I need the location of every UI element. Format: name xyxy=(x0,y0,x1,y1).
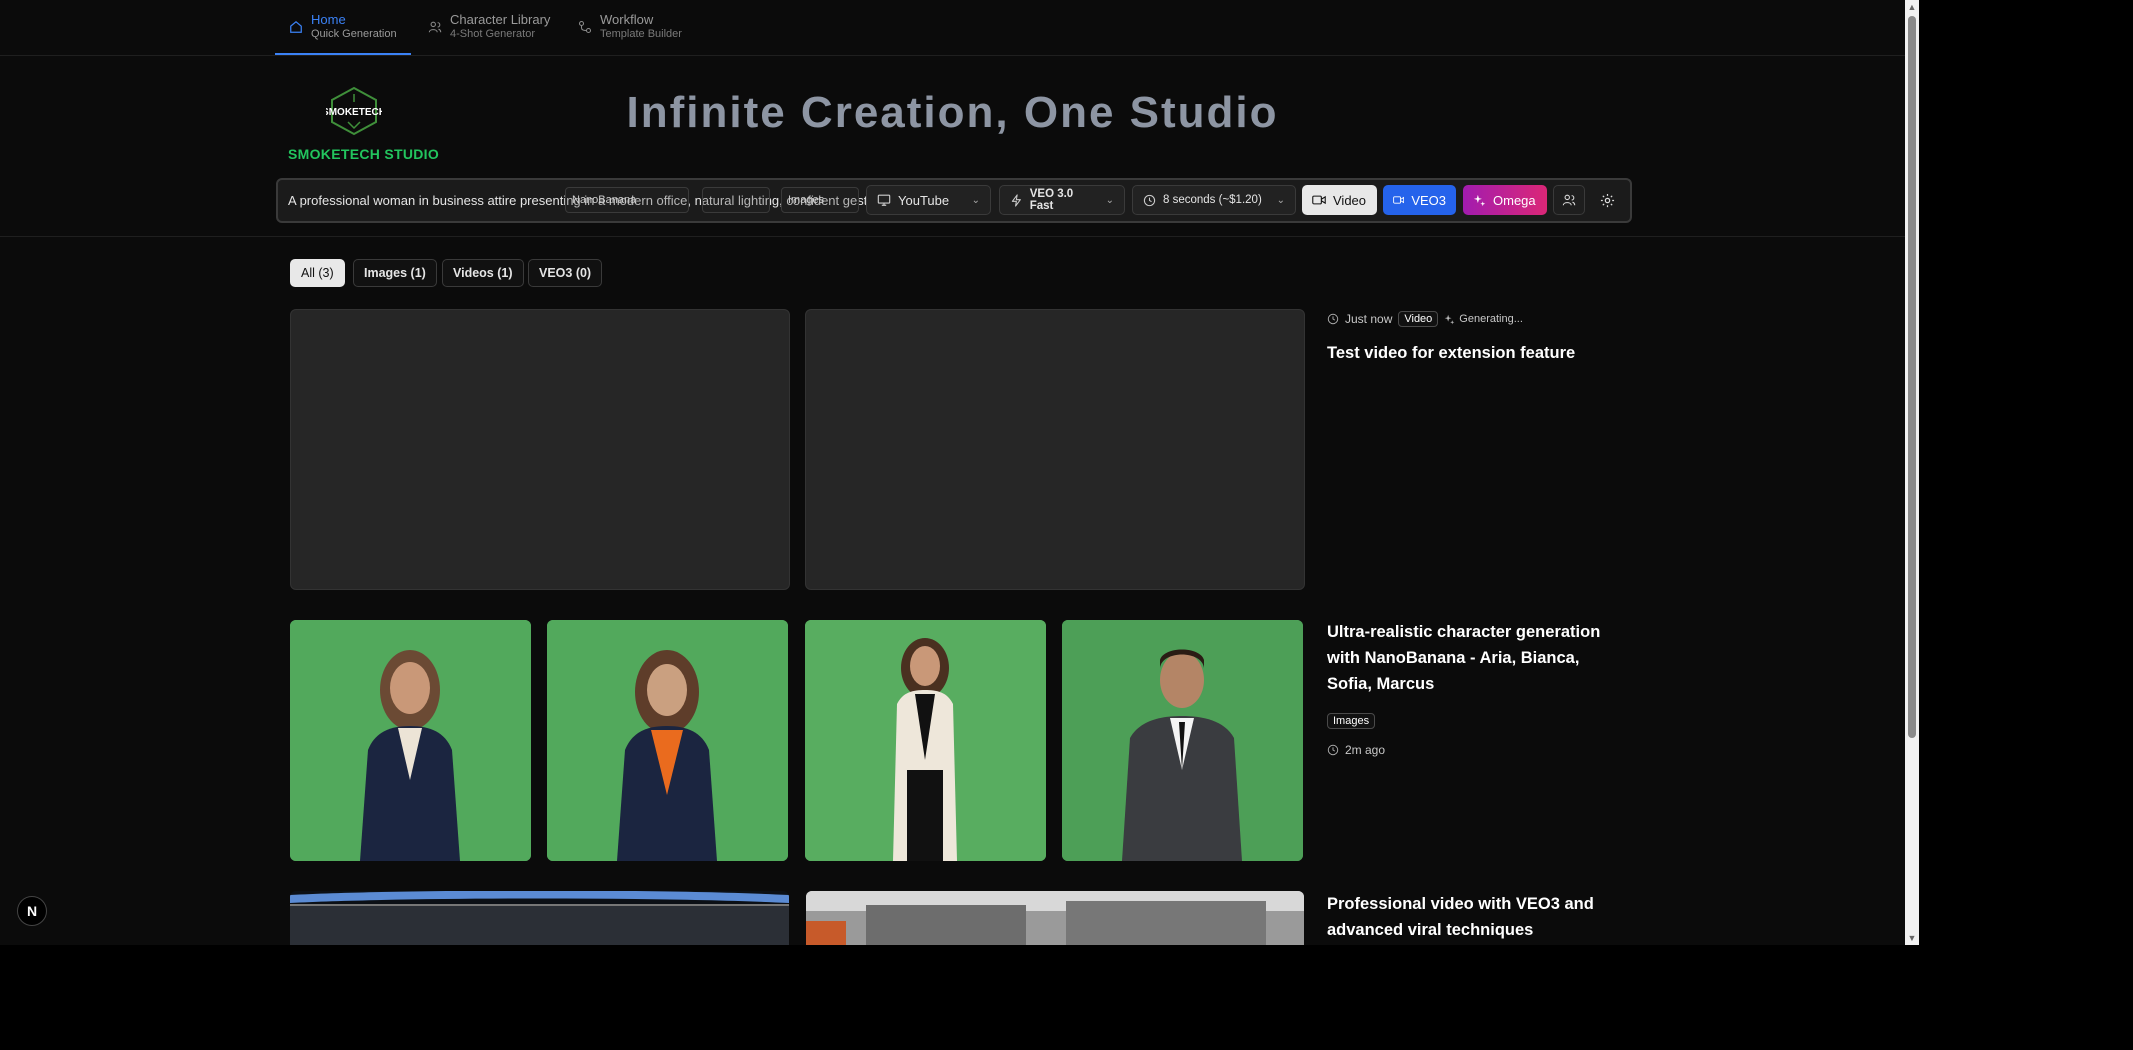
chevron-down-icon: ⌄ xyxy=(1276,194,1285,206)
item-time-label: 2m ago xyxy=(1345,743,1386,757)
top-navigation: Home Quick Generation Character Library … xyxy=(0,0,1905,56)
ghost-model-select: NanoBanana xyxy=(565,187,689,213)
video-placeholder[interactable] xyxy=(805,309,1305,590)
section-divider xyxy=(0,236,1905,237)
nav-item-title: Workflow xyxy=(600,12,654,27)
duration-select[interactable]: 8 seconds (~$1.20) ⌄ xyxy=(1132,185,1296,215)
item-type-badge: Video xyxy=(1398,311,1439,327)
users-icon xyxy=(428,21,442,33)
zap-icon xyxy=(1011,193,1021,207)
item-title: Professional video with VEO3 and advance… xyxy=(1327,895,1594,939)
item-type-badge-label: Images xyxy=(1327,713,1376,729)
character-image-marcus[interactable] xyxy=(1062,620,1303,861)
ghost-count-select xyxy=(702,187,770,213)
ghost-images-label: Images xyxy=(788,194,825,206)
video-thumbnail[interactable] xyxy=(290,891,789,945)
scroll-up-arrow-icon[interactable]: ▲ xyxy=(1905,0,1919,14)
filter-tab-videos[interactable]: Videos (1) xyxy=(442,259,524,287)
character-image-sofia[interactable] xyxy=(805,620,1046,861)
mode-omega-label: Omega xyxy=(1493,192,1536,208)
mode-veo3-label: VEO3 xyxy=(1411,192,1446,208)
character-image-bianca[interactable] xyxy=(547,620,788,861)
nav-item-workflow[interactable]: Workflow Template Builder xyxy=(578,12,682,55)
item-title: Test video for extension feature xyxy=(1327,344,1576,362)
sparkles-icon xyxy=(1444,314,1455,324)
filter-tab-all[interactable]: All (3) xyxy=(290,259,345,287)
chevron-down-icon: ⌄ xyxy=(971,194,980,206)
chevron-down-icon: ⌄ xyxy=(1105,194,1114,206)
filter-tab-veo3[interactable]: VEO3 (0) xyxy=(528,259,603,287)
model-select[interactable]: VEO 3.0 Fast ⌄ xyxy=(999,185,1125,215)
ghost-images-select: Images xyxy=(781,187,859,213)
nav-item-character-library[interactable]: Character Library 4-Shot Generator xyxy=(428,12,550,55)
model-value: VEO 3.0 Fast xyxy=(1029,188,1074,212)
ghost-model-label: NanoBanana xyxy=(572,194,637,206)
scroll-down-arrow-icon[interactable]: ▼ xyxy=(1905,931,1919,945)
item-time: 2m ago xyxy=(1327,743,1385,757)
filter-tab-images[interactable]: Images (1) xyxy=(353,259,437,287)
item-time: Just now xyxy=(1345,312,1393,326)
nav-item-home[interactable]: Home Quick Generation xyxy=(275,12,411,55)
platform-select[interactable]: YouTube ⌄ xyxy=(866,185,991,215)
vertical-scrollbar[interactable]: ▲ ▼ xyxy=(1905,0,1919,945)
mode-omega-button[interactable]: Omega xyxy=(1463,185,1547,215)
mode-video-button[interactable]: Video xyxy=(1302,185,1377,215)
workflow-icon xyxy=(578,20,592,34)
gear-icon xyxy=(1600,193,1614,207)
nav-item-subtitle: Template Builder xyxy=(600,28,682,40)
duration-value: 8 seconds (~$1.20) xyxy=(1163,194,1262,206)
item-meta: Just now Video Generating... xyxy=(1327,311,1523,327)
hero-title: Infinite Creation, One Studio xyxy=(626,88,1279,137)
brand-name: SMOKETECH STUDIO xyxy=(288,146,440,162)
mode-veo3-button[interactable]: VEO3 xyxy=(1383,185,1456,215)
characters-button[interactable] xyxy=(1553,185,1585,215)
generating-status: Generating... xyxy=(1444,313,1523,325)
dev-indicator-badge[interactable]: N xyxy=(17,896,47,926)
mode-video-label: Video xyxy=(1333,192,1367,208)
video-thumbnail[interactable] xyxy=(806,891,1304,945)
video-camera-icon xyxy=(1312,195,1326,205)
nav-item-title: Character Library xyxy=(450,12,551,27)
scrollbar-thumb[interactable] xyxy=(1908,16,1916,738)
sparkles-icon xyxy=(1473,194,1486,206)
platform-value: YouTube xyxy=(898,192,950,208)
clock-icon xyxy=(1327,744,1339,756)
item-title: Ultra-realistic character generation wit… xyxy=(1327,623,1601,693)
app-window: Home Quick Generation Character Library … xyxy=(0,0,1905,945)
monitor-icon xyxy=(877,194,891,206)
settings-button[interactable] xyxy=(1591,185,1623,215)
clock-icon xyxy=(1327,313,1339,325)
nav-item-subtitle: 4-Shot Generator xyxy=(450,28,535,40)
item-type-badge: Images xyxy=(1327,711,1376,729)
nav-item-subtitle: Quick Generation xyxy=(311,28,397,40)
video-placeholder[interactable] xyxy=(290,309,790,590)
home-icon xyxy=(290,20,302,33)
nav-item-title: Home xyxy=(311,12,346,27)
video-camera-icon xyxy=(1393,196,1405,204)
generating-label: Generating... xyxy=(1459,313,1523,325)
clock-icon xyxy=(1143,194,1156,206)
users-icon xyxy=(1562,194,1576,206)
character-image-aria[interactable] xyxy=(290,620,531,861)
prompt-bar: A professional woman in business attire … xyxy=(276,178,1632,223)
